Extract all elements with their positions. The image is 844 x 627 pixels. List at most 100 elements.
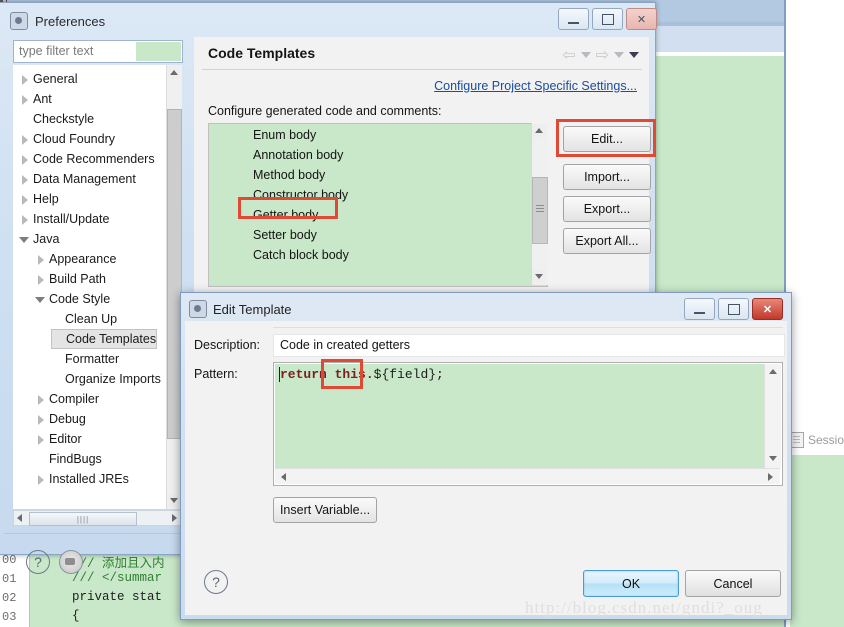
forward-arrow-icon[interactable]: ⇨ <box>596 45 609 65</box>
insert-variable-label: Insert Variable... <box>279 503 371 517</box>
menu-dropdown-icon[interactable] <box>629 52 639 58</box>
sidebar-item-formatter[interactable]: Formatter <box>51 349 119 369</box>
pattern-scroll-right-button[interactable] <box>763 470 777 483</box>
list-scroll-down-button[interactable] <box>532 270 546 283</box>
help-button[interactable]: ? <box>26 550 50 574</box>
chevron-down-icon <box>769 456 777 461</box>
pattern-vertical-scrollbar[interactable] <box>764 364 781 468</box>
list-item[interactable]: Enum body <box>253 128 316 142</box>
chevron-right-icon[interactable] <box>19 74 30 85</box>
sidebar-item-ant[interactable]: Ant <box>19 89 52 109</box>
chevron-right-icon[interactable] <box>19 134 30 145</box>
close-icon: ✕ <box>762 303 773 316</box>
sidebar-item-compiler[interactable]: Compiler <box>35 389 99 409</box>
sidebar-item-installed-jres[interactable]: Installed JREs <box>35 469 129 489</box>
dialog-minimize-button[interactable] <box>684 298 715 320</box>
chevron-right-icon[interactable] <box>35 474 46 485</box>
chevron-down-icon[interactable] <box>35 294 46 305</box>
chevron-right-icon[interactable] <box>19 214 30 225</box>
sidebar-item-label: FindBugs <box>49 452 102 466</box>
sidebar-item-clean-up[interactable]: Clean Up <box>51 309 117 329</box>
chevron-right-icon[interactable] <box>35 434 46 445</box>
gear-icon <box>189 300 207 318</box>
list-scrollbar-thumb[interactable] <box>532 177 548 244</box>
sidebar-item-findbugs[interactable]: FindBugs <box>35 449 102 469</box>
maximize-button[interactable] <box>592 8 623 30</box>
sidebar-item-editor[interactable]: Editor <box>35 429 82 449</box>
cancel-button[interactable]: Cancel <box>685 570 781 597</box>
chevron-right-icon[interactable] <box>35 254 46 265</box>
sidebar-item-label: Ant <box>33 92 52 106</box>
insert-variable-button[interactable]: Insert Variable... <box>273 497 377 523</box>
tree-scroll-up-button[interactable] <box>167 66 180 79</box>
sidebar-item-build-path[interactable]: Build Path <box>35 269 106 289</box>
list-item[interactable]: Catch block body <box>253 248 349 262</box>
page-title: Code Templates <box>208 45 316 61</box>
dialog-close-button[interactable]: ✕ <box>752 298 783 320</box>
back-dropdown-icon[interactable] <box>580 52 591 58</box>
chevron-right-icon[interactable] <box>19 94 30 105</box>
list-item[interactable]: Method body <box>253 168 325 182</box>
sidebar-item-java[interactable]: Java <box>19 229 59 249</box>
export-button[interactable]: Export... <box>563 196 651 222</box>
dialog-help-button[interactable]: ? <box>204 570 228 594</box>
sidebar-item-organize-imports[interactable]: Organize Imports <box>51 369 161 389</box>
import-button[interactable]: Import... <box>563 164 651 190</box>
chevron-right-icon[interactable] <box>35 414 46 425</box>
sidebar-item-appearance[interactable]: Appearance <box>35 249 116 269</box>
list-item[interactable]: Setter body <box>253 228 317 242</box>
sidebar-item-code-templates[interactable]: Code Templates <box>51 329 158 349</box>
preferences-tree[interactable]: General Ant Checkstyle Cloud Foundry Code Re… <box>13 65 181 509</box>
preferences-window-controls: ✕ <box>558 8 657 30</box>
chevron-right-icon[interactable] <box>35 274 46 285</box>
sidebar-item-label: Data Management <box>33 172 136 186</box>
pattern-scroll-down-button[interactable] <box>766 452 780 465</box>
configure-project-specific-settings-link[interactable]: Configure Project Specific Settings... <box>434 79 637 93</box>
apply-button[interactable] <box>59 550 83 574</box>
pattern-scroll-left-button[interactable] <box>276 470 290 483</box>
chevron-right-icon[interactable] <box>35 394 46 405</box>
forward-dropdown-icon[interactable] <box>614 52 624 58</box>
list-item[interactable]: Annotation body <box>253 148 343 162</box>
close-button[interactable]: ✕ <box>626 8 657 30</box>
tree-scroll-down-button[interactable] <box>167 494 180 507</box>
export-all-button-label: Export All... <box>575 234 639 248</box>
chevron-right-icon[interactable] <box>19 194 30 205</box>
sidebar-item-code-style[interactable]: Code Style <box>35 289 110 309</box>
sidebar-item-code-recommenders[interactable]: Code Recommenders <box>19 149 155 169</box>
sidebar-item-general[interactable]: General <box>19 69 77 89</box>
list-scroll-up-button[interactable] <box>532 124 546 137</box>
session-label: Sessio <box>808 433 844 447</box>
tree-hscrollbar-thumb[interactable]: |||| <box>29 512 137 526</box>
configure-generated-code-label: Configure generated code and comments: <box>208 104 442 118</box>
back-arrow-icon[interactable]: ⇦ <box>562 45 575 65</box>
sidebar-item-debug[interactable]: Debug <box>35 409 86 429</box>
document-icon <box>790 432 804 448</box>
search-input-placeholder: type filter text <box>19 44 94 58</box>
sidebar-item-install-update[interactable]: Install/Update <box>19 209 109 229</box>
pattern-scroll-up-button[interactable] <box>766 365 780 378</box>
minimize-button[interactable] <box>558 8 589 30</box>
chevron-left-icon <box>280 472 286 481</box>
sidebar-item-cloud-foundry[interactable]: Cloud Foundry <box>19 129 115 149</box>
session-item[interactable]: Sessio <box>790 432 844 448</box>
pattern-horizontal-scrollbar[interactable] <box>275 468 780 484</box>
chevron-up-icon <box>769 369 777 374</box>
edit-button-highlight <box>556 119 656 157</box>
sidebar-item-checkstyle[interactable]: Checkstyle <box>19 109 94 129</box>
dialog-maximize-button[interactable] <box>718 298 749 320</box>
search-input[interactable]: type filter text <box>13 40 183 63</box>
chevron-down-icon[interactable] <box>19 234 30 245</box>
description-field[interactable]: Code in created getters <box>273 334 785 357</box>
chevron-right-icon[interactable] <box>19 174 30 185</box>
export-all-button[interactable]: Export All... <box>563 228 651 254</box>
sidebar-item-data-management[interactable]: Data Management <box>19 169 136 189</box>
sidebar-item-help[interactable]: Help <box>19 189 59 209</box>
gear-icon <box>10 12 28 30</box>
chevron-right-icon[interactable] <box>19 154 30 165</box>
ok-button[interactable]: OK <box>583 570 679 597</box>
minimize-icon <box>568 21 579 24</box>
chevron-left-icon <box>17 514 22 522</box>
sidebar-item-label: Appearance <box>49 252 117 266</box>
